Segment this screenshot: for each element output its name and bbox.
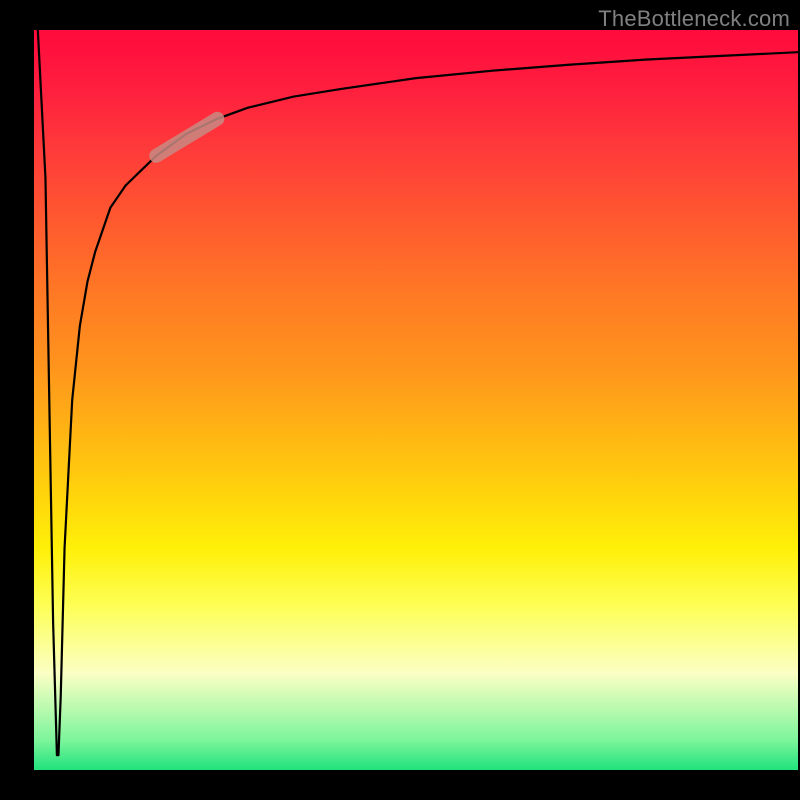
highlight-segment (156, 119, 217, 156)
watermark-text: TheBottleneck.com (598, 6, 790, 32)
plot-area (34, 30, 798, 770)
chart-canvas: TheBottleneck.com (0, 0, 800, 800)
plot-svg (34, 30, 798, 770)
bottleneck-curve (38, 30, 798, 755)
